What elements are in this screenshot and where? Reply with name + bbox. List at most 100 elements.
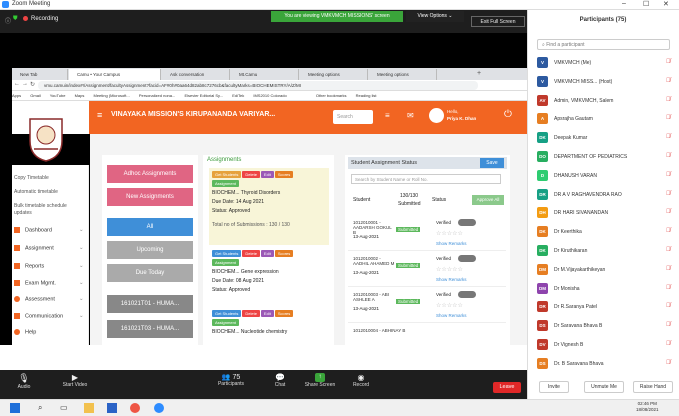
- raise-hand-button[interactable]: Raise Hand: [633, 381, 673, 393]
- filter-all-button[interactable]: All: [107, 218, 193, 236]
- browser-tab[interactable]: New Tab: [12, 69, 68, 80]
- participant-row[interactable]: DM Dr M.Vijayakarthikeyan 🎙̸: [537, 263, 679, 278]
- hamburger-icon[interactable]: ≡: [385, 111, 390, 120]
- student-search-input[interactable]: Search by Student Name or Roll No.: [351, 174, 501, 184]
- maximize-button[interactable]: ☐: [643, 0, 649, 8]
- participant-row[interactable]: V VMKVMCH MISS... (Host) 🎙̸: [537, 75, 679, 90]
- scores-button[interactable]: Scores: [274, 250, 294, 257]
- student-row[interactable]: 1012010004 - ABHINAY B: [348, 325, 506, 343]
- bookmark-gmail[interactable]: Gmail: [30, 93, 40, 98]
- get-students-button[interactable]: Get Students: [212, 310, 242, 317]
- close-button[interactable]: ✕: [663, 0, 669, 8]
- participant-row[interactable]: DM Dr Monisha 🎙̸: [537, 282, 679, 297]
- chrome-icon[interactable]: [130, 403, 140, 413]
- verified-toggle[interactable]: [458, 219, 476, 226]
- bookmark-youtube[interactable]: YouTube: [50, 93, 66, 98]
- browser-tab[interactable]: Meeting options: [369, 69, 437, 80]
- scores-button[interactable]: Scores: [274, 310, 294, 317]
- invite-button[interactable]: Invite: [539, 381, 569, 393]
- exit-fullscreen-button[interactable]: Exit Full Screen: [471, 16, 525, 27]
- assignment-card[interactable]: Get Students Delete Edit Scores Assignment …: [209, 307, 329, 343]
- course-item[interactable]: 161021T01 - HUMA...: [107, 295, 193, 313]
- participant-row[interactable]: DR DR A V RAGHAVENDRA RAO 🎙̸: [537, 188, 679, 203]
- participant-row[interactable]: DR Dr R.Saranya Patel 🎙̸: [537, 300, 679, 315]
- show-remarks-link[interactable]: Show Remarks: [436, 241, 467, 246]
- show-remarks-link[interactable]: Show Remarks: [436, 313, 467, 318]
- participant-row[interactable]: DK Dr Kiruthikaran 🎙̸: [537, 244, 679, 259]
- student-row[interactable]: 1012010003 - ABI ASHLEE A 13-Aug-2021 Su…: [348, 289, 506, 323]
- address-bar[interactable]: vmu.camuin/index#!/Assignment/facultyAss…: [38, 81, 478, 90]
- participant-row[interactable]: A Apsrajha Gautam 🎙̸: [537, 112, 679, 127]
- zoom-app-icon[interactable]: [154, 403, 164, 413]
- power-icon[interactable]: ⏻: [504, 109, 512, 120]
- windows-start-icon[interactable]: [10, 403, 20, 413]
- rating-stars[interactable]: ☆☆☆☆☆: [436, 230, 463, 237]
- bookmark-personalized[interactable]: Personalized nona...: [139, 93, 175, 98]
- verified-toggle[interactable]: [458, 291, 476, 298]
- approve-all-button[interactable]: Approve All: [472, 195, 504, 205]
- edit-button[interactable]: Edit: [260, 171, 274, 178]
- sidebar-menu-reports[interactable]: Reports ⌄: [14, 263, 84, 269]
- audio-button[interactable]: 🎙 Audio: [10, 373, 38, 390]
- delete-button[interactable]: Delete: [242, 310, 260, 317]
- adhoc-assignments-button[interactable]: Adhoc Assignments: [107, 165, 193, 183]
- forward-icon[interactable]: →: [22, 81, 28, 87]
- rating-stars[interactable]: ☆☆☆☆☆: [436, 302, 463, 309]
- sidebar-item-automatic-timetable[interactable]: Automatic timetable: [14, 189, 58, 195]
- browser-tab[interactable]: Meeting options: [300, 69, 368, 80]
- sidebar-item-bulk-timetable[interactable]: Bulk timetable schedule updates: [14, 203, 84, 217]
- sidebar-menu-dashboard[interactable]: Dashboard ⌄: [14, 227, 84, 233]
- bookmark-maps[interactable]: Maps: [75, 93, 85, 98]
- participant-search-input[interactable]: ⌕ Find a participant: [537, 39, 670, 50]
- student-row[interactable]: 1012010002 - AADHIL AHAMED M 13-Aug-2021…: [348, 253, 506, 287]
- bookmark-ims[interactable]: IMS2010 Colorado: [253, 93, 286, 98]
- record-button[interactable]: ◉ Record: [348, 373, 374, 388]
- leave-button[interactable]: Leave: [493, 382, 521, 393]
- back-icon[interactable]: ←: [14, 81, 20, 87]
- show-remarks-link[interactable]: Show Remarks: [436, 277, 467, 282]
- course-item[interactable]: 161021T03 - HUMA...: [107, 320, 193, 338]
- sidebar-item-copy-timetable[interactable]: Copy Timetable: [14, 175, 49, 181]
- user-name[interactable]: Priya K. Dhan: [447, 116, 476, 121]
- assignment-card[interactable]: Get Students Delete Edit Scores Assignment …: [209, 168, 329, 245]
- share-screen-button[interactable]: ↑ Share Screen: [302, 373, 338, 388]
- participant-row[interactable]: DK Deepak Kumar 🎙̸: [537, 131, 679, 146]
- search-icon[interactable]: ⌕: [38, 403, 48, 413]
- verified-toggle[interactable]: [458, 255, 476, 262]
- edit-button[interactable]: Edit: [260, 310, 274, 317]
- task-view-icon[interactable]: ▭: [60, 403, 70, 413]
- view-options-button[interactable]: View Options ⌄: [406, 11, 464, 22]
- sidebar-menu-assignment[interactable]: Assignment ⌄: [14, 245, 84, 251]
- mail-icon[interactable]: [107, 403, 117, 413]
- info-icon[interactable]: ⓘ: [5, 16, 11, 25]
- get-students-button[interactable]: Get Students: [212, 250, 242, 257]
- scores-button[interactable]: Scores: [274, 171, 294, 178]
- participant-row[interactable]: DS Dr Saravana Bhava B 🎙̸: [537, 319, 679, 334]
- delete-button[interactable]: Delete: [242, 250, 260, 257]
- chat-button[interactable]: 💬 Chat: [268, 373, 292, 388]
- bookmark-editek[interactable]: EdiTek: [232, 93, 244, 98]
- student-row[interactable]: 1012010001 - AADARSH GOKUL B 13-Aug-2021…: [348, 217, 506, 251]
- participant-row[interactable]: AV Admin, VMKVMCH, Salem 🎙̸: [537, 94, 679, 109]
- filter-upcoming-button[interactable]: Upcoming: [107, 241, 193, 259]
- participant-row[interactable]: DK Dr Keerthika 🎙̸: [537, 225, 679, 240]
- participant-row[interactable]: DO DEPARTMENT OF PEDIATRICS 🎙̸: [537, 150, 679, 165]
- notification-icon[interactable]: ✉: [407, 111, 414, 120]
- sidebar-menu-help[interactable]: Help: [14, 329, 36, 335]
- bookmark-reading-list[interactable]: Reading list: [356, 93, 377, 98]
- get-students-button[interactable]: Get Students: [212, 171, 242, 178]
- sidebar-menu-communication[interactable]: Communication ⌄: [14, 313, 84, 319]
- bookmark-elsevier[interactable]: Elsevier Editorial Sy...: [184, 93, 223, 98]
- browser-tab-active[interactable]: Camu • Your Campus: [69, 69, 161, 80]
- avatar[interactable]: [429, 108, 444, 123]
- bookmark-apps[interactable]: Apps: [12, 93, 21, 98]
- participant-row[interactable]: D DHANUSH VARAN 🎙̸: [537, 169, 679, 184]
- file-explorer-icon[interactable]: [84, 403, 94, 413]
- bookmark-meeting[interactable]: Meeting (Microsoft...: [94, 93, 130, 98]
- sidebar-menu-exam[interactable]: Exam Mgmt. ⌄: [14, 280, 84, 286]
- rating-stars[interactable]: ☆☆☆☆☆: [436, 266, 463, 273]
- sidebar-menu-assessment[interactable]: Assessment ⌄: [14, 296, 84, 302]
- video-button[interactable]: ▶ Start Video: [58, 373, 92, 388]
- edit-button[interactable]: Edit: [260, 250, 274, 257]
- browser-tab[interactable]: Ask conversation: [162, 69, 230, 80]
